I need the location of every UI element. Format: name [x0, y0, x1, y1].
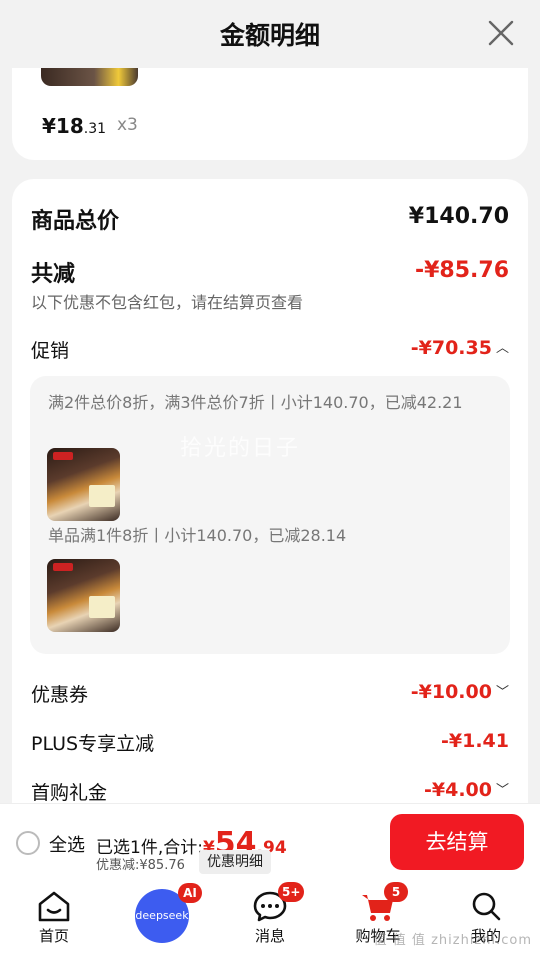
watermark: 拾光的日子: [180, 436, 301, 461]
coupon-value: -¥10.00: [410, 681, 492, 703]
chevron-down-icon: ﹀: [495, 685, 509, 700]
select-all-radio[interactable]: [16, 831, 40, 855]
chevron-up-icon: ︿: [495, 341, 509, 356]
coupon-toggle[interactable]: -¥10.00 ﹀: [411, 681, 509, 703]
messages-badge: 5+: [278, 882, 305, 902]
page-title: 金额明细: [219, 21, 320, 50]
corner-watermark: 值 值 值 zhizhizhi.com: [373, 933, 532, 948]
tab-messages-label: 消息: [254, 927, 285, 945]
total-reduce-value: -¥85.76: [414, 258, 509, 283]
tab-messages[interactable]: 5+ 消息: [216, 881, 324, 954]
promo-label: 促销: [31, 340, 70, 362]
first-gift-value: -¥4.00: [424, 779, 492, 801]
promo-detail-box: 满2件总价8折，满3件总价7折丨小计140.70，已减42.21 单品满1件8折…: [30, 376, 510, 654]
tab-home-label: 首页: [38, 927, 69, 945]
promo-value: -¥70.35: [410, 337, 492, 359]
promo-rule-1: 满2件总价8折，满3件总价7折丨小计140.70，已减42.21: [48, 393, 463, 412]
promo-rule-2: 单品满1件8折丨小计140.70，已减28.14: [48, 526, 347, 545]
checkout-bar: 全选 已选1件,合计:¥54.94 优惠减:¥85.76 优惠明细 去结算: [0, 803, 540, 881]
item-card: ¥18.31 x3: [12, 68, 528, 160]
product-thumbnail[interactable]: [47, 448, 120, 521]
item-price: ¥18.31: [42, 114, 107, 138]
cart-badge: 5: [384, 882, 408, 902]
tab-home[interactable]: 首页: [0, 881, 108, 954]
tab-deepseek[interactable]: deepseek AI: [108, 881, 216, 954]
select-all-label[interactable]: 全选: [49, 831, 85, 857]
close-icon[interactable]: [486, 18, 516, 48]
ai-badge: AI: [178, 883, 202, 903]
plus-label: PLUS专享立减: [31, 733, 155, 755]
coupon-label: 优惠券: [31, 684, 89, 706]
amount-detail-card: 商品总价 ¥140.70 共减 -¥85.76 以下优惠不包含红包，请在结算页查…: [12, 179, 528, 839]
tab-bar: 首页 deepseek AI 5+ 消息 5 购物车 我的 值 值 值 zhiz…: [0, 881, 540, 954]
discount-note: 以下优惠不包含红包，请在结算页查看: [31, 293, 304, 312]
goods-total-label: 商品总价: [31, 209, 120, 234]
product-thumbnail[interactable]: [47, 559, 120, 632]
chevron-down-icon: ﹀: [495, 783, 509, 798]
goods-total-value: ¥140.70: [408, 204, 509, 229]
discount-summary: 优惠减:¥85.76: [96, 858, 185, 873]
checkout-button[interactable]: 去结算: [390, 814, 524, 870]
total-reduce-label: 共减: [31, 262, 76, 287]
promo-toggle[interactable]: -¥70.35 ︿: [411, 337, 509, 359]
home-icon: [38, 891, 70, 922]
search-icon: [472, 892, 501, 921]
product-thumbnail[interactable]: [41, 68, 138, 86]
header: 金额明细: [0, 0, 540, 68]
item-quantity: x3: [117, 115, 138, 135]
first-gift-toggle[interactable]: -¥4.00 ﹀: [424, 779, 509, 801]
first-gift-label: 首购礼金: [31, 782, 108, 804]
plus-value: -¥1.41: [441, 730, 509, 752]
discount-detail-button[interactable]: 优惠明细: [199, 850, 271, 874]
